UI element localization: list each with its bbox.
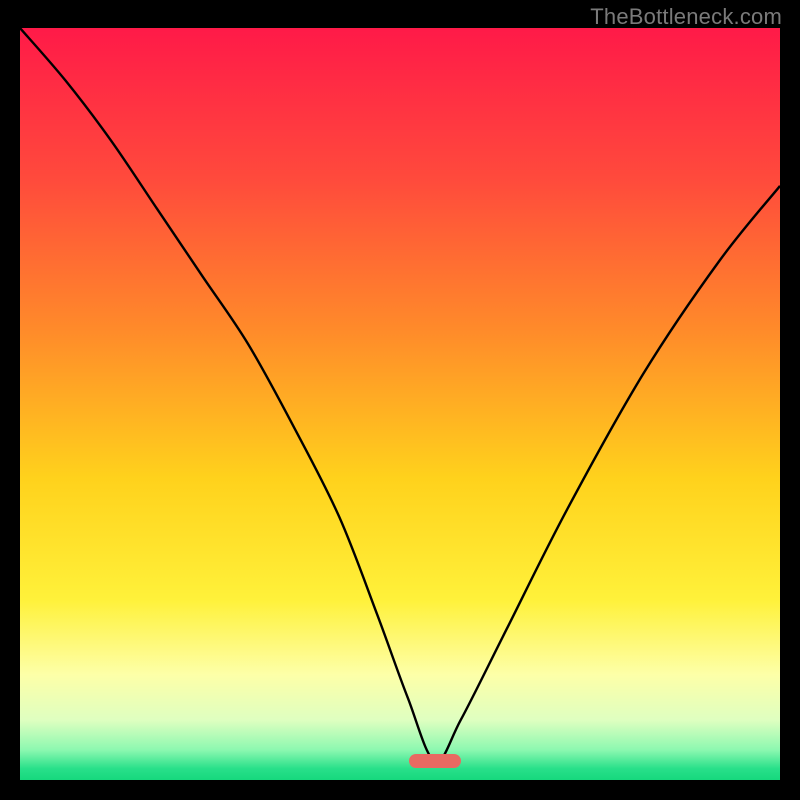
curve-path <box>20 28 780 762</box>
watermark-text: TheBottleneck.com <box>590 4 782 30</box>
bottleneck-curve <box>20 28 780 780</box>
optimal-marker <box>409 754 461 768</box>
chart-frame: TheBottleneck.com <box>0 0 800 800</box>
plot-area <box>20 28 780 780</box>
